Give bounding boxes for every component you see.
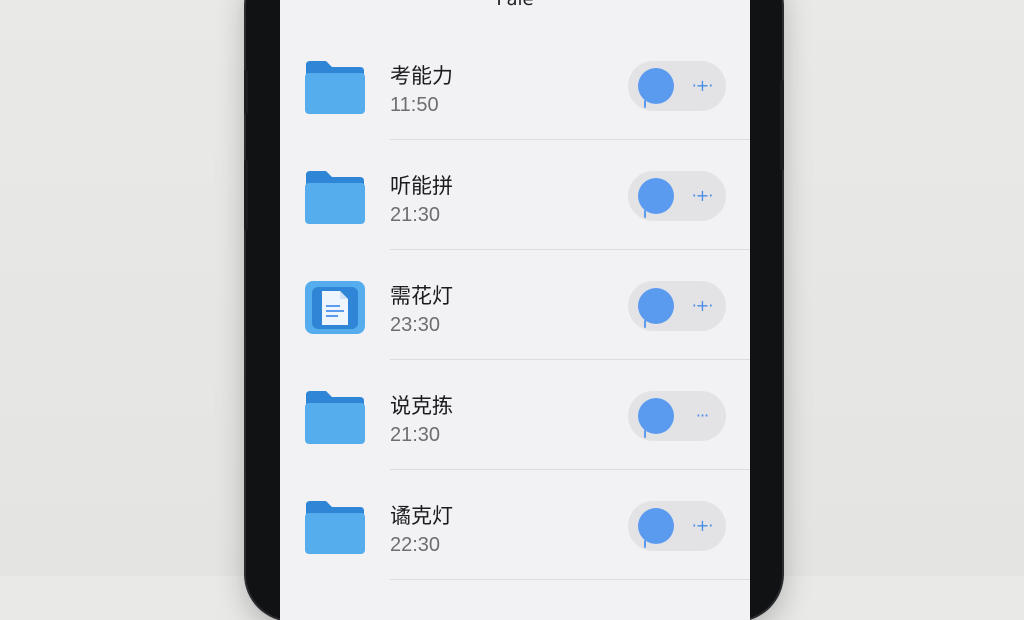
- item-title: 谲克灯: [390, 504, 453, 528]
- more-icon[interactable]: ···: [688, 405, 716, 427]
- list-item[interactable]: 说克拣 21:30 ···: [280, 360, 750, 470]
- item-action-pill[interactable]: ···: [628, 391, 726, 441]
- chat-bubble-icon[interactable]: [638, 178, 674, 218]
- chat-bubble-icon[interactable]: [638, 288, 674, 328]
- folder-icon: [305, 171, 365, 224]
- divider: [390, 579, 750, 580]
- item-title: 听能拼: [390, 174, 453, 198]
- list-item[interactable]: 谲克灯 22:30 ·+·: [280, 470, 750, 580]
- more-icon[interactable]: ·+·: [688, 75, 716, 97]
- more-icon[interactable]: ·+·: [688, 295, 716, 317]
- app-screen: Pale 考能力 11:50 ·+· 听能拼 21:30 ·+·: [280, 0, 750, 620]
- chat-bubble-icon[interactable]: [638, 398, 674, 438]
- more-icon[interactable]: ·+·: [688, 515, 716, 537]
- phone-side-button: [780, 80, 784, 170]
- chat-bubble-icon[interactable]: [638, 68, 674, 108]
- item-action-pill[interactable]: ·+·: [628, 171, 726, 221]
- list-item[interactable]: 需花灯 23:30 ·+·: [280, 250, 750, 360]
- item-time: 21:30: [390, 204, 441, 226]
- item-action-pill[interactable]: ·+·: [628, 501, 726, 551]
- folder-icon: [305, 61, 365, 114]
- chat-bubble-icon[interactable]: [638, 508, 674, 548]
- item-action-pill[interactable]: ·+·: [628, 281, 726, 331]
- item-action-pill[interactable]: ·+·: [628, 61, 726, 111]
- folder-icon: [305, 391, 365, 444]
- folder-icon: [305, 501, 365, 554]
- item-time: 22:30: [390, 534, 441, 556]
- item-time: 11:50: [390, 94, 439, 116]
- list-item[interactable]: 考能力 11:50 ·+·: [280, 30, 750, 140]
- item-title: 说克拣: [390, 394, 453, 418]
- document-icon: [305, 281, 365, 334]
- item-title: 需花灯: [390, 284, 453, 308]
- page-title: Pale: [280, 0, 750, 10]
- phone-side-button: [244, 70, 248, 114]
- item-title: 考能力: [390, 64, 453, 88]
- phone-side-button: [244, 160, 248, 230]
- list-item[interactable]: 听能拼 21:30 ·+·: [280, 140, 750, 250]
- item-time: 21:30: [390, 424, 441, 446]
- more-icon[interactable]: ·+·: [688, 185, 716, 207]
- item-time: 23:30: [390, 314, 441, 336]
